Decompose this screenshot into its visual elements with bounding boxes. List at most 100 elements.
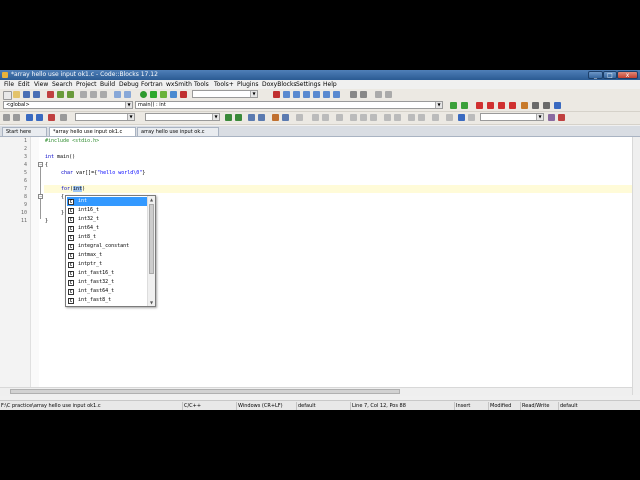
autocomplete-item[interactable]: Cint_fast8_t: [67, 296, 148, 305]
menu-file[interactable]: File: [4, 81, 14, 88]
comment-icon[interactable]: [532, 102, 539, 109]
find-next-icon[interactable]: [235, 114, 242, 121]
step-out-icon[interactable]: [313, 91, 320, 98]
autocomplete-item[interactable]: Cint32_t: [67, 215, 148, 224]
open-tab-icon[interactable]: [296, 114, 303, 121]
cut-icon[interactable]: [80, 91, 87, 98]
refresh-icon[interactable]: [458, 114, 465, 121]
edit-snippet-icon[interactable]: [548, 114, 555, 121]
maximize-button[interactable]: □: [603, 71, 617, 79]
next-line-icon[interactable]: [293, 91, 300, 98]
doc-icon[interactable]: [13, 114, 20, 121]
redo-icon[interactable]: [67, 91, 74, 98]
autocomplete-scroll-thumb[interactable]: [149, 204, 154, 274]
tab-size-icon[interactable]: [446, 114, 453, 121]
menu-fortran[interactable]: Fortran: [141, 81, 163, 88]
compare-icon[interactable]: [468, 114, 475, 121]
unindent-icon[interactable]: [394, 114, 401, 121]
menu-build[interactable]: Build: [100, 81, 115, 88]
jump-back-icon[interactable]: [450, 102, 457, 109]
autocomplete-item[interactable]: Cint64_t: [67, 224, 148, 233]
find-prev-icon[interactable]: [225, 114, 232, 121]
xml-icon[interactable]: [36, 114, 43, 121]
horizontal-scrollbar[interactable]: [0, 387, 632, 396]
tab-start-here[interactable]: Start here: [2, 127, 47, 136]
menu-plugins[interactable]: Plugins: [237, 81, 259, 88]
menu-help[interactable]: Help: [323, 81, 337, 88]
indent-icon[interactable]: [384, 114, 391, 121]
help-icon[interactable]: [554, 102, 561, 109]
quick-search-input[interactable]: ▼: [75, 113, 135, 121]
new-file-icon[interactable]: [3, 91, 12, 100]
autocomplete-item[interactable]: Cint_fast32_t: [67, 278, 148, 287]
rebuild-icon[interactable]: [170, 91, 177, 98]
step-instruction-icon[interactable]: [333, 91, 340, 98]
autocomplete-item[interactable]: Cintegral_constant: [67, 242, 148, 251]
autocomplete-item[interactable]: Cintmax_t: [67, 251, 148, 260]
prev-bookmark-icon[interactable]: [487, 102, 494, 109]
wrap-icon[interactable]: [408, 114, 415, 121]
find-icon[interactable]: [114, 91, 121, 98]
run-icon[interactable]: [150, 91, 157, 98]
replace-icon[interactable]: [124, 91, 131, 98]
layout-icon[interactable]: [312, 114, 319, 121]
uncomment-icon[interactable]: [543, 102, 550, 109]
code-jump-icon[interactable]: [26, 114, 33, 121]
fold-toggle-icon[interactable]: −: [38, 194, 43, 199]
tools-icon[interactable]: [558, 114, 565, 121]
minimize-button[interactable]: _: [588, 71, 603, 79]
tab-array-hello-use-input-ok1[interactable]: *array hello use input ok1.c: [49, 127, 136, 136]
menu-doxyblocks[interactable]: DoxyBlocks: [262, 81, 297, 88]
pause-icon[interactable]: [350, 91, 357, 98]
toggle-pane-icon[interactable]: [336, 114, 343, 121]
jump-forward-icon[interactable]: [461, 102, 468, 109]
autocomplete-item[interactable]: Cint_fast64_t: [67, 287, 148, 296]
toggle-bookmark-icon[interactable]: [476, 102, 483, 109]
autocomplete-item[interactable]: Cint: [67, 197, 148, 206]
autocomplete-item[interactable]: Cint8_t: [67, 233, 148, 242]
menu-tools[interactable]: Tools: [194, 81, 209, 88]
zoom-out-icon[interactable]: [258, 114, 265, 121]
menu-project[interactable]: Project: [76, 81, 97, 88]
debug-icon[interactable]: [273, 91, 280, 98]
menu-view[interactable]: View: [34, 81, 48, 88]
step-into-icon[interactable]: [303, 91, 310, 98]
regex-icon[interactable]: [48, 114, 55, 121]
align-right-icon[interactable]: [370, 114, 377, 121]
next-bookmark-icon[interactable]: [498, 102, 505, 109]
next-instruction-icon[interactable]: [323, 91, 330, 98]
autocomplete-scrollbar[interactable]: ▲ ▼: [147, 196, 155, 306]
snippet-select[interactable]: ▼: [480, 113, 544, 121]
panel-icon[interactable]: [322, 114, 329, 121]
function-select[interactable]: main() : int ▼: [135, 101, 443, 109]
debug-windows-icon[interactable]: [375, 91, 382, 98]
tab-array-hello-use-input-ok[interactable]: array hello use input ok.c: [137, 127, 219, 136]
autocomplete-item[interactable]: Cintptr_t: [67, 260, 148, 269]
autocomplete-popup[interactable]: Cint Cint16_t Cint32_t Cint64_t Cint8_t …: [65, 195, 156, 307]
copy-icon[interactable]: [90, 91, 97, 98]
marker-icon[interactable]: [282, 114, 289, 121]
text-icon[interactable]: [3, 114, 10, 121]
menu-settings[interactable]: Settings: [296, 81, 321, 88]
build-target-select[interactable]: ▼: [192, 90, 258, 98]
autocomplete-item[interactable]: Cint16_t: [67, 206, 148, 215]
align-left-icon[interactable]: [350, 114, 357, 121]
run-to-cursor-icon[interactable]: [283, 91, 290, 98]
menu-tools-plus[interactable]: Tools+: [214, 81, 234, 88]
scroll-down-icon[interactable]: ▼: [148, 299, 155, 306]
debug-info-icon[interactable]: [385, 91, 392, 98]
stop-debug-icon[interactable]: [360, 91, 367, 98]
zoom-in-icon[interactable]: [248, 114, 255, 121]
copy-path-icon[interactable]: [432, 114, 439, 121]
clear-bookmarks-icon[interactable]: [509, 102, 516, 109]
select-text-icon[interactable]: [272, 114, 279, 121]
match-case-icon[interactable]: [60, 114, 67, 121]
close-file-icon[interactable]: [47, 91, 54, 98]
align-center-icon[interactable]: [360, 114, 367, 121]
highlight-icon[interactable]: [521, 102, 528, 109]
save-all-icon[interactable]: [33, 91, 40, 98]
open-folder-icon[interactable]: [13, 91, 20, 98]
horizontal-scroll-thumb[interactable]: [10, 389, 400, 394]
menu-search[interactable]: Search: [52, 81, 73, 88]
menu-edit[interactable]: Edit: [18, 81, 30, 88]
